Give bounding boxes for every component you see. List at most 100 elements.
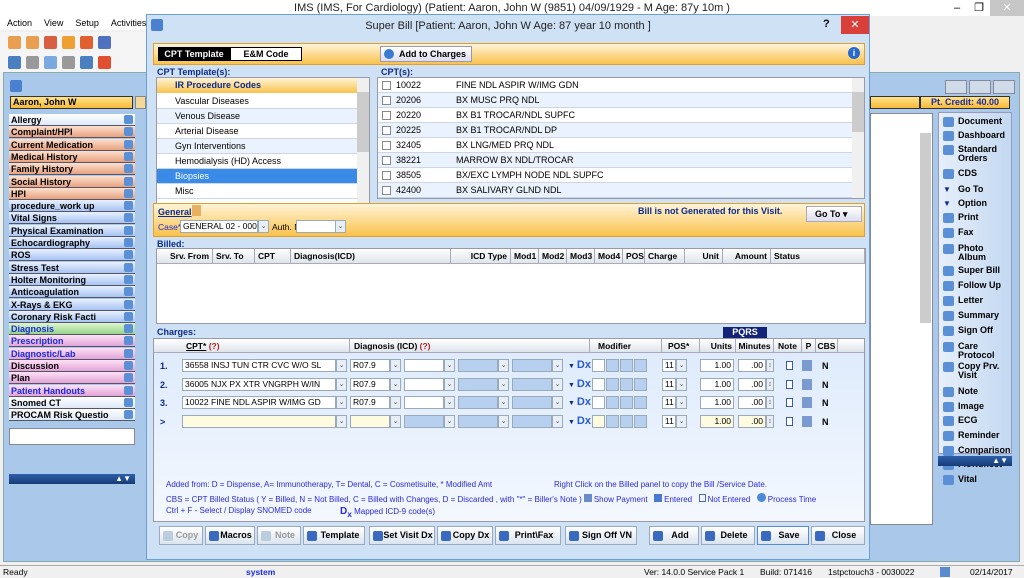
sidebar-item[interactable]: Patient Handouts xyxy=(9,384,135,397)
dx2-dropdown-icon[interactable]: ⌄ xyxy=(444,377,455,391)
dialog-close-button[interactable]: ✕ xyxy=(841,16,869,34)
modifier-4-input[interactable] xyxy=(634,414,647,428)
modifier-2-input[interactable] xyxy=(606,414,619,428)
modifier-4-input[interactable] xyxy=(634,359,647,372)
menu-view[interactable]: View xyxy=(44,16,63,30)
heart-icon[interactable] xyxy=(98,55,111,69)
menu-setup[interactable]: Setup xyxy=(75,16,99,30)
sidebar-item[interactable]: ROS xyxy=(9,249,135,262)
user-edit-icon[interactable] xyxy=(44,35,57,49)
scroll-arrows[interactable]: ▲▼ xyxy=(9,474,135,484)
cpt-checkbox[interactable] xyxy=(382,156,391,165)
sidebar-item[interactable]: Diagnosis xyxy=(9,323,135,336)
sidebar-item[interactable]: Discussion xyxy=(9,360,135,372)
cpt-checkbox[interactable] xyxy=(382,111,391,120)
minutes-input[interactable]: .00 xyxy=(738,377,766,391)
cpt-input[interactable]: 10022 FINE NDL ASPIR W/IMG GD xyxy=(182,396,336,409)
user-icon[interactable] xyxy=(26,35,39,49)
dx2-dropdown-icon[interactable]: ⌄ xyxy=(444,396,455,409)
minutes-spinner[interactable]: ↕ xyxy=(766,414,774,428)
cpt-checkbox[interactable] xyxy=(382,171,391,180)
sidebar-item[interactable]: Diagnostic/Lab xyxy=(9,347,135,360)
dx-help-link[interactable]: (?) xyxy=(420,341,431,351)
add-button[interactable]: Add xyxy=(649,526,699,545)
open-note-icon[interactable] xyxy=(124,213,133,223)
patient-photo-icon[interactable] xyxy=(135,96,146,109)
back-icon[interactable] xyxy=(26,55,39,69)
close-button[interactable]: ✕ xyxy=(990,0,1024,16)
dx3-input[interactable] xyxy=(458,396,498,409)
sidebar-item[interactable]: X-Rays & EKG xyxy=(9,298,135,311)
pos-input[interactable]: 11 xyxy=(662,377,676,391)
toolbar-item[interactable]: ECG xyxy=(940,416,1012,426)
sidebar-item[interactable]: Physical Examination xyxy=(9,224,135,237)
note-icon[interactable] xyxy=(786,361,793,370)
toolbar-item[interactable]: Summary xyxy=(940,311,1012,321)
set-visit-dx-button[interactable]: Set Visit Dx xyxy=(369,526,435,545)
sidebar-item[interactable]: Vital Signs xyxy=(9,212,135,225)
template-item[interactable]: Vascular Diseases xyxy=(157,94,357,109)
dx3-dropdown-icon[interactable]: ⌄ xyxy=(498,359,509,372)
open-note-icon[interactable] xyxy=(124,151,133,161)
close-button[interactable]: Close xyxy=(811,526,865,545)
toolbar-item[interactable]: ▼ Go To xyxy=(940,185,1012,195)
pos-input[interactable]: 11 xyxy=(662,359,676,372)
right-scroll-arrows[interactable]: ▲▼ xyxy=(938,456,1012,466)
payment-icon[interactable] xyxy=(802,360,812,371)
toolbar-item[interactable]: Follow Up xyxy=(940,281,1012,291)
child-restore-button[interactable] xyxy=(969,80,991,94)
maximize-button[interactable]: ❐ xyxy=(966,0,992,16)
toolbar-item[interactable]: Super Bill xyxy=(940,266,1012,276)
background-scrollbar[interactable] xyxy=(920,133,931,323)
sidebar-item[interactable]: Complaint/HPI xyxy=(9,126,135,139)
toolbar-item[interactable]: Fax xyxy=(940,228,1012,238)
sign-off-vn-button[interactable]: Sign Off VN xyxy=(565,526,637,545)
template-button[interactable]: Template xyxy=(303,526,365,545)
toolbar-item[interactable]: Vital xyxy=(940,475,1012,485)
help-button[interactable]: ? xyxy=(823,18,830,30)
payment-icon[interactable] xyxy=(802,378,812,390)
dx4-input[interactable] xyxy=(512,396,552,409)
toolbar-item[interactable]: CDS xyxy=(940,169,1012,179)
pos-dropdown-icon[interactable]: ⌄ xyxy=(676,396,687,409)
toolbar-item[interactable]: Reminder xyxy=(940,431,1012,441)
dx3-dropdown-icon[interactable]: ⌄ xyxy=(498,414,509,428)
sidebar-item[interactable]: Snomed CT xyxy=(9,396,135,409)
cpt-dropdown-icon[interactable]: ⌄ xyxy=(336,377,347,391)
dx4-dropdown-icon[interactable]: ⌄ xyxy=(552,377,563,391)
dx2-dropdown-icon[interactable]: ⌄ xyxy=(444,359,455,372)
toolbar-item[interactable]: Sign Off xyxy=(940,326,1012,336)
dx4-input[interactable] xyxy=(512,359,552,372)
open-note-icon[interactable] xyxy=(124,385,133,395)
cpt-checkbox[interactable] xyxy=(382,81,391,90)
minutes-input[interactable]: .00 xyxy=(738,359,766,372)
pos-dropdown-icon[interactable]: ⌄ xyxy=(676,377,687,391)
modifier-1-input[interactable] xyxy=(592,359,605,372)
macros-button[interactable]: Macros xyxy=(205,526,255,545)
sidebar-item[interactable]: Echocardiography xyxy=(9,237,135,249)
dx2-input[interactable] xyxy=(404,396,444,409)
dx3-input[interactable] xyxy=(458,414,498,428)
toolbar-item[interactable]: Standard Orders xyxy=(940,145,1012,163)
template-item[interactable]: Arterial Disease xyxy=(157,124,357,139)
dx-mapped-button[interactable]: ▼ Dx xyxy=(568,359,591,371)
toolbar-item[interactable]: Comparison xyxy=(940,446,1012,456)
template-item[interactable]: Biopsies xyxy=(157,169,357,184)
cpt-item[interactable]: 10022 FINE NDL ASPIR W/IMG GDN xyxy=(378,78,852,93)
open-note-icon[interactable] xyxy=(124,373,133,383)
toolbar-item[interactable]: Photo Album xyxy=(940,244,1012,262)
cpt-input[interactable]: 36558 INSJ TUN CTR CVC W/O SL xyxy=(182,359,336,372)
sidebar-item[interactable]: Plan xyxy=(9,372,135,385)
sidebar-item[interactable]: Coronary Risk Facti xyxy=(9,310,135,323)
edit-icon[interactable] xyxy=(80,35,93,49)
toolbar-item[interactable]: Print xyxy=(940,213,1012,223)
pos-input[interactable]: 11 xyxy=(662,414,676,428)
open-note-icon[interactable] xyxy=(124,201,133,211)
dx3-dropdown-icon[interactable]: ⌄ xyxy=(498,377,509,391)
auth-no-select[interactable] xyxy=(296,220,336,233)
dx-mapped-button[interactable]: ▼ Dx xyxy=(568,396,591,408)
template-item[interactable]: Gyn Interventions xyxy=(157,139,357,154)
open-note-icon[interactable] xyxy=(124,348,133,358)
sidebar-item[interactable]: Current Medication xyxy=(9,138,135,151)
sidebar-item[interactable]: Medical History xyxy=(9,150,135,163)
